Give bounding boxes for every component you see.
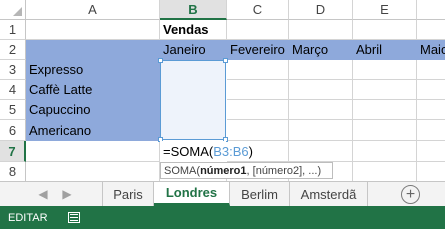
- column-header-b[interactable]: B: [160, 0, 227, 20]
- cell-f2[interactable]: Maio: [417, 40, 445, 60]
- row-header-3[interactable]: 3: [0, 60, 26, 80]
- cell-b7-editing[interactable]: =SOMA(B3:B6): [160, 141, 253, 161]
- tooltip-function-name[interactable]: SOMA(: [164, 165, 200, 177]
- tooltip-current-argument[interactable]: número1: [200, 165, 246, 177]
- select-all-triangle-icon: [13, 7, 22, 16]
- tab-londres[interactable]: Londres: [154, 182, 230, 206]
- row-header-5[interactable]: 5: [0, 100, 26, 120]
- cell-c2[interactable]: Fevereiro: [227, 40, 289, 60]
- function-argument-tooltip: SOMA(número1, [número2], ...): [160, 162, 333, 179]
- cell-d6[interactable]: [289, 120, 353, 141]
- cell-c4[interactable]: [227, 80, 289, 100]
- cell-a8[interactable]: [26, 162, 160, 181]
- cell-f8[interactable]: [417, 162, 445, 181]
- row-header-4[interactable]: 4: [0, 80, 26, 100]
- row-header-1[interactable]: 1: [0, 20, 26, 40]
- cell-b1[interactable]: Vendas: [160, 20, 227, 40]
- cell-a1[interactable]: [26, 20, 160, 40]
- column-header-a[interactable]: A: [26, 0, 160, 20]
- select-all-button[interactable]: [0, 0, 26, 20]
- macro-record-icon[interactable]: [67, 212, 80, 223]
- cell-e7[interactable]: [353, 141, 417, 162]
- column-header-c[interactable]: C: [227, 0, 289, 20]
- cell-d7[interactable]: [289, 141, 353, 162]
- spreadsheet-grid[interactable]: A B C D E 1 2 3 4 5 6 7 8 Vendas Janeiro…: [0, 0, 445, 181]
- cell-c6[interactable]: [227, 120, 289, 141]
- cell-f3[interactable]: [417, 60, 445, 80]
- cell-c5[interactable]: [227, 100, 289, 120]
- cell-a7[interactable]: [26, 141, 160, 162]
- cell-d2[interactable]: Março: [289, 40, 353, 60]
- cell-e1[interactable]: [353, 20, 417, 40]
- next-sheet-icon[interactable]: ▶: [60, 187, 74, 201]
- column-header-d[interactable]: D: [289, 0, 353, 20]
- cell-e6[interactable]: [353, 120, 417, 141]
- cell-d3[interactable]: [289, 60, 353, 80]
- column-header-f[interactable]: [417, 0, 445, 20]
- tab-amsterda[interactable]: Amsterdã: [290, 182, 368, 206]
- status-mode-label: EDITAR: [8, 211, 48, 224]
- cell-a5[interactable]: Capuccino: [26, 100, 160, 120]
- range-handle-top-left[interactable]: [158, 58, 163, 63]
- cell-b2[interactable]: Janeiro: [160, 40, 227, 60]
- cell-d1[interactable]: [289, 20, 353, 40]
- formula-prefix: =SOMA(: [163, 143, 214, 159]
- cell-a4[interactable]: Caffè Latte: [26, 80, 160, 100]
- cell-d4[interactable]: [289, 80, 353, 100]
- cell-f1[interactable]: [417, 20, 445, 40]
- prev-sheet-icon[interactable]: ◀: [36, 187, 50, 201]
- tab-berlim[interactable]: Berlim: [230, 182, 290, 206]
- cell-a2[interactable]: [26, 40, 160, 60]
- cell-f7[interactable]: [417, 141, 445, 162]
- cell-e4[interactable]: [353, 80, 417, 100]
- cell-f4[interactable]: [417, 80, 445, 100]
- sheet-tab-bar: ◀ ▶ Paris Londres Berlim Amsterdã +: [0, 181, 445, 206]
- formula-range-reference: B3:B6: [213, 143, 249, 159]
- cell-e5[interactable]: [353, 100, 417, 120]
- status-bar: EDITAR: [0, 206, 445, 229]
- cell-f6[interactable]: [417, 120, 445, 141]
- tooltip-remaining-arguments: , [número2], ...): [246, 164, 322, 177]
- cell-e8[interactable]: [353, 162, 417, 181]
- row-header-7[interactable]: 7: [0, 141, 26, 162]
- cell-f5[interactable]: [417, 100, 445, 120]
- row-header-8[interactable]: 8: [0, 162, 26, 181]
- cell-c3[interactable]: [227, 60, 289, 80]
- cell-e2[interactable]: Abril: [353, 40, 417, 60]
- add-sheet-icon[interactable]: +: [401, 185, 420, 204]
- formula-suffix: ): [248, 143, 253, 159]
- cell-e3[interactable]: [353, 60, 417, 80]
- column-header-e[interactable]: E: [353, 0, 417, 20]
- cell-a3[interactable]: Expresso: [26, 60, 160, 80]
- row-header-6[interactable]: 6: [0, 120, 26, 141]
- row-header-2[interactable]: 2: [0, 40, 26, 60]
- range-handle-top-right[interactable]: [223, 58, 228, 63]
- cell-c1[interactable]: [227, 20, 289, 40]
- cell-d5[interactable]: [289, 100, 353, 120]
- tab-paris[interactable]: Paris: [102, 182, 154, 206]
- referenced-range-b3-b6[interactable]: [158, 58, 228, 142]
- cell-a6[interactable]: Americano: [26, 120, 160, 141]
